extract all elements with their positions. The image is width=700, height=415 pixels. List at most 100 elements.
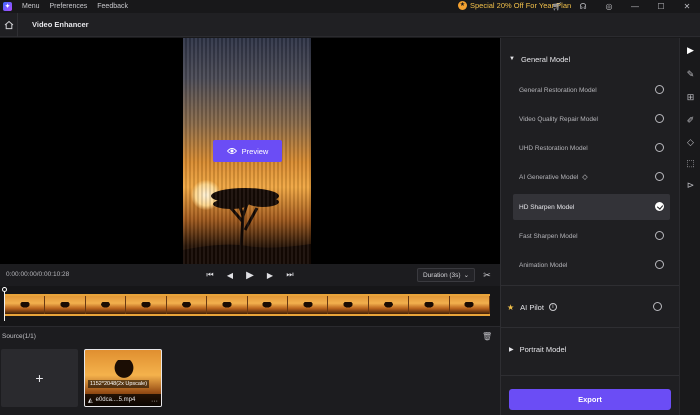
model-option-ai-generative[interactable]: AI Generative Model ◇ <box>513 164 670 190</box>
trash-icon[interactable]: 🗑︎ <box>482 332 492 342</box>
gift-icon: ★ <box>458 1 467 10</box>
media-library: + 1152*2048(2x Upscale) ◭ e0dca....5.mp4… <box>0 347 500 415</box>
clip-resolution: 1152*2048(2x Upscale) <box>88 380 150 388</box>
model-option-video-quality-repair[interactable]: Video Quality Repair Model <box>513 106 670 132</box>
model-label: Fast Sharpen Model <box>519 232 578 240</box>
portrait-model-title: Portrait Model <box>519 344 567 354</box>
model-label: AI Generative Model <box>519 173 579 181</box>
more-icon[interactable]: ··· <box>151 398 158 405</box>
menu-item-menu[interactable]: Menu <box>22 3 40 10</box>
model-option-fast-sharpen[interactable]: Fast Sharpen Model <box>513 223 670 249</box>
timeline-thumb <box>409 296 450 314</box>
radio-button[interactable] <box>655 260 664 269</box>
source-label: Source(1/1) <box>2 333 36 340</box>
prev-frame-icon[interactable]: ◀ <box>220 268 240 282</box>
edit-icon[interactable]: ✎ <box>685 69 696 80</box>
cart-icon[interactable]: 🛒︎ <box>544 0 570 13</box>
export-button[interactable]: Export <box>509 389 671 410</box>
radio-button[interactable] <box>655 85 664 94</box>
timeline-thumb <box>287 296 329 314</box>
timeline-thumb <box>368 296 410 314</box>
scissors-icon[interactable]: ✂ <box>481 268 493 282</box>
maximize-icon[interactable]: ☐ <box>648 0 674 13</box>
playhead[interactable] <box>4 289 5 321</box>
general-model-header[interactable]: ▼ General Model <box>501 49 680 69</box>
select-icon[interactable]: ⬚ <box>685 158 696 169</box>
duration-label: Duration (3s) <box>422 271 461 279</box>
model-label: Video Quality Repair Model <box>519 115 599 123</box>
divider <box>501 285 680 286</box>
pen-icon[interactable]: ✐ <box>685 115 696 126</box>
general-model-title: General Model <box>520 54 571 64</box>
ai-pilot-row[interactable]: ★ AI Pilot i <box>501 297 680 317</box>
page-title: Video Enhancer <box>32 20 89 29</box>
portrait-model-header[interactable]: ▶ Portrait Model <box>501 339 680 359</box>
info-icon[interactable]: i <box>548 303 557 311</box>
headset-icon[interactable]: ☊ <box>570 0 596 13</box>
radio-button[interactable] <box>653 302 662 311</box>
clip-filename: e0dca....5.mp4 <box>95 397 136 403</box>
home-button[interactable] <box>0 12 18 37</box>
model-label: Animation Model <box>519 261 568 269</box>
clip-footer: ◭ e0dca....5.mp4 <box>85 394 161 406</box>
model-label: General Restoration Model <box>519 86 597 94</box>
eraser-icon[interactable]: ◇ <box>685 137 696 148</box>
grid-icon[interactable]: ⊞ <box>685 92 696 103</box>
ai-pilot-label: AI Pilot <box>520 302 544 312</box>
timeline-thumb <box>207 296 248 314</box>
timeline-thumb <box>45 296 86 314</box>
model-option-hd-sharpen[interactable]: HD Sharpen Model <box>513 194 670 220</box>
home-icon <box>4 20 13 29</box>
menu-item-preferences[interactable]: Preferences <box>50 3 88 10</box>
timeline-track[interactable] <box>5 294 490 316</box>
preview-button[interactable]: Preview <box>213 140 282 162</box>
plus-icon: + <box>35 370 44 386</box>
timeline-thumb <box>85 296 127 314</box>
caret-down-icon: ▼ <box>509 56 515 62</box>
model-option-uhd-restoration[interactable]: UHD Restoration Model <box>513 135 670 161</box>
tool-rail: ▶ ✎ ⊞ ✐ ◇ ⬚ ⊳ <box>679 38 700 415</box>
divider <box>501 375 680 376</box>
video-enhancer-icon[interactable]: ▶ <box>685 45 696 56</box>
model-label: UHD Restoration Model <box>519 144 588 152</box>
timeline-thumb <box>328 296 369 314</box>
radio-button[interactable] <box>655 114 664 123</box>
play-icon[interactable]: ▶ <box>240 268 260 282</box>
timeline-thumb <box>5 296 46 314</box>
preview-button-label: Preview <box>241 146 269 156</box>
menu-item-feedback[interactable]: Feedback <box>97 3 128 10</box>
model-panel: ▼ General Model General Restoration Mode… <box>500 38 680 415</box>
radio-button[interactable] <box>655 172 664 181</box>
minimize-icon[interactable]: — <box>622 0 648 13</box>
close-icon[interactable]: ✕ <box>674 0 700 13</box>
model-option-animation[interactable]: Animation Model <box>513 252 670 278</box>
model-label: HD Sharpen Model <box>519 203 575 211</box>
timecode: 0:00:00:00/0:00:10:28 <box>6 271 70 278</box>
radio-button[interactable] <box>655 143 664 152</box>
timeline[interactable] <box>0 286 500 326</box>
source-clip[interactable]: 1152*2048(2x Upscale) ◭ e0dca....5.mp4 ·… <box>84 349 162 407</box>
timeline-thumb <box>166 296 208 314</box>
video-file-icon: ◭ <box>88 397 93 404</box>
divider <box>501 327 680 328</box>
eye-icon <box>226 148 237 154</box>
timeline-thumb <box>126 296 167 314</box>
next-frame-icon[interactable]: ▶︎ <box>260 268 280 282</box>
play-box-icon[interactable]: ⊳ <box>685 180 696 191</box>
title-bar: ✦ Menu Preferences Feedback ★ Special 20… <box>0 0 700 13</box>
page-header: Video Enhancer <box>0 12 700 37</box>
timeline-thumb <box>449 296 490 314</box>
add-media-button[interactable]: + <box>1 349 78 407</box>
video-preview: Preview <box>0 38 500 264</box>
radio-button[interactable] <box>655 231 664 240</box>
account-icon[interactable]: ◎ <box>596 0 622 13</box>
skip-back-icon[interactable]: ⏮ <box>200 268 220 282</box>
caret-right-icon: ▶ <box>509 346 514 353</box>
model-option-general-restoration[interactable]: General Restoration Model <box>513 77 670 103</box>
radio-button-selected[interactable] <box>655 202 664 211</box>
playhead-handle[interactable] <box>2 287 7 292</box>
star-icon: ★ <box>507 302 515 312</box>
app-logo-icon: ✦ <box>3 2 12 11</box>
duration-select[interactable]: Duration (3s) ⌄ <box>417 268 475 282</box>
skip-forward-icon[interactable]: ⏭ <box>280 268 300 282</box>
